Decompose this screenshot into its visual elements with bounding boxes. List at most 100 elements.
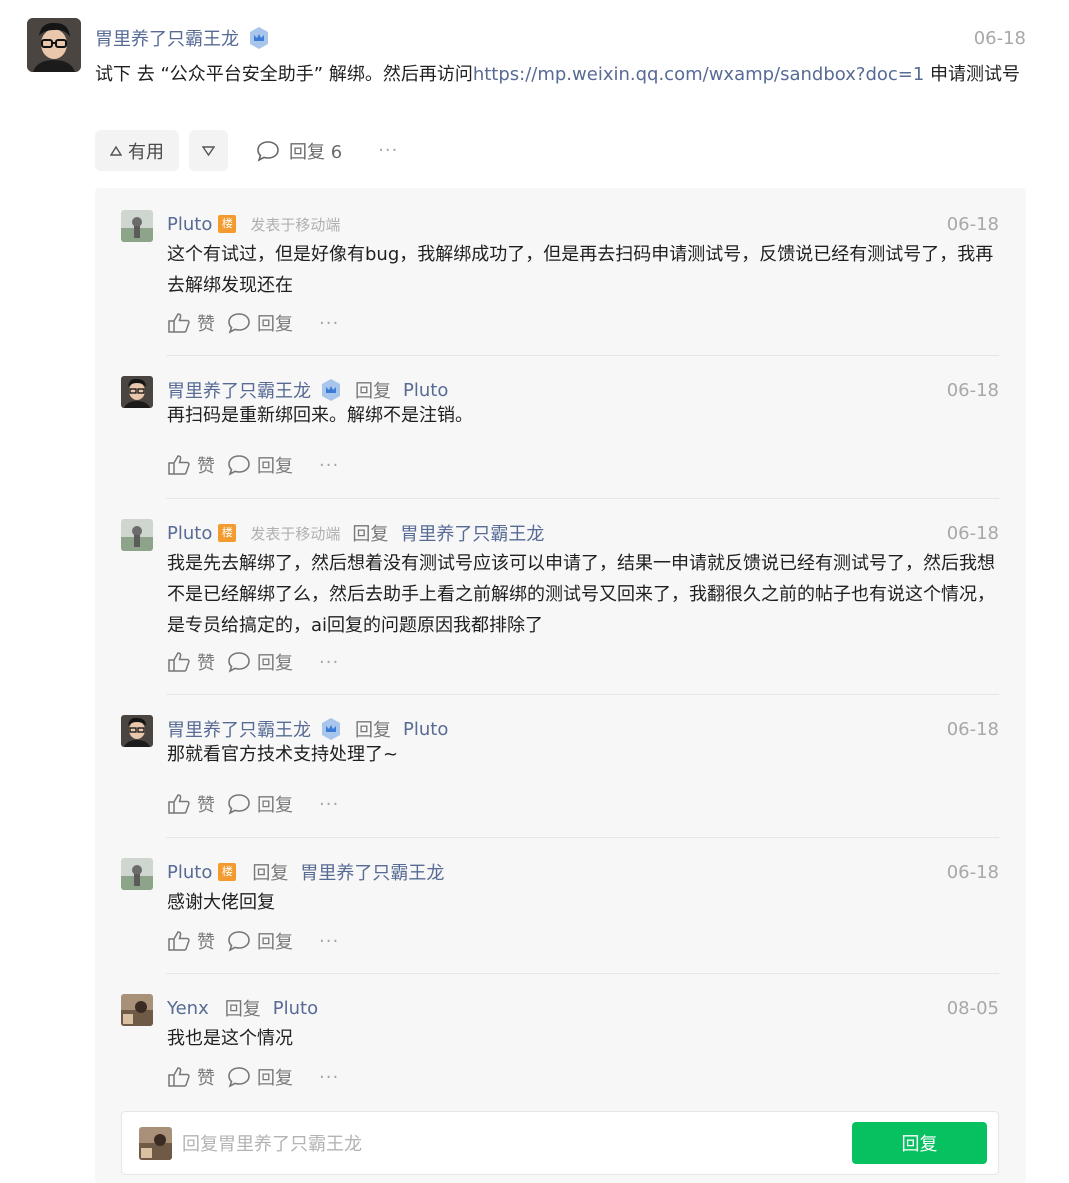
author-avatar[interactable] (121, 715, 153, 747)
more-options-button[interactable]: ··· (378, 140, 398, 161)
useful-label: 有用 (128, 141, 164, 163)
reply-target[interactable]: 胃里养了只霸王龙 (400, 520, 544, 546)
reply-source: 发表于移动端 (250, 215, 341, 234)
crown-badge-icon (322, 379, 340, 401)
more-options-button[interactable]: ··· (319, 1067, 339, 1088)
more-options-button[interactable]: ··· (319, 931, 339, 952)
post-content: 试下 去 “公众平台安全助手” 解绑。然后再访问https://mp.weixi… (95, 60, 1030, 90)
post-date: 06-18 (973, 27, 1026, 49)
thumbs-up-icon[interactable] (167, 793, 191, 815)
divider (166, 973, 999, 974)
comment-icon[interactable] (227, 930, 251, 952)
pluto-avatar[interactable] (121, 858, 153, 890)
more-options-button[interactable]: ··· (319, 313, 339, 334)
author-name[interactable]: 胃里养了只霸王龙 (95, 25, 239, 51)
reply-button[interactable]: 回复 (257, 310, 293, 336)
comment-icon[interactable] (227, 312, 251, 334)
reply-author[interactable]: Pluto (167, 862, 212, 883)
reply-text: 我也是这个情况 (167, 1028, 293, 1049)
like-label[interactable]: 赞 (197, 791, 215, 817)
current-user-avatar (139, 1127, 172, 1160)
reply-target[interactable]: Pluto (273, 998, 318, 1019)
reply-word: 回复 (252, 863, 289, 884)
reply-composer: 回复 (121, 1111, 999, 1175)
reply-text: 感谢大佬回复 (167, 892, 275, 913)
reply-date: 06-18 (946, 522, 999, 544)
thumbs-up-icon[interactable] (167, 454, 191, 476)
submit-reply-button[interactable]: 回复 (852, 1122, 987, 1164)
reply-button[interactable]: 回复 (257, 928, 293, 954)
floor-owner-badge: 楼 (218, 863, 237, 881)
comment-icon[interactable] (227, 1066, 251, 1088)
post-header: 胃里养了只霸王龙 06-18 (95, 22, 1026, 54)
reply-target[interactable]: 胃里养了只霸王龙 (300, 859, 444, 885)
reply-count-label: 回复 6 (289, 141, 343, 163)
thumbs-up-icon[interactable] (167, 312, 191, 334)
like-label[interactable]: 赞 (197, 452, 215, 478)
thumbs-up-icon[interactable] (167, 930, 191, 952)
reply-input[interactable] (182, 1126, 832, 1162)
pluto-avatar[interactable] (121, 210, 153, 242)
reply-actions: 赞 回复 ··· (167, 452, 339, 478)
reply-header: Pluto 楼 回复 胃里养了只霸王龙 06-18 (167, 858, 999, 886)
reply-word: 回复 (352, 524, 389, 545)
post-text-after: 申请测试号 (924, 64, 1021, 85)
reply-text: 再扫码是重新绑回来。解绑不是注销。 (167, 405, 473, 426)
reply-date: 06-18 (946, 379, 999, 401)
reply-text: 我是先去解绑了，然后想着没有测试号应该可以申请了，结果一申请就反馈说已经有测试号… (167, 553, 995, 636)
author-avatar[interactable] (27, 18, 81, 72)
crown-badge-icon (322, 718, 340, 740)
reply-actions: 赞 回复 ··· (167, 1064, 339, 1090)
reply-author[interactable]: Pluto (167, 214, 212, 235)
reply-author[interactable]: Yenx (167, 998, 209, 1019)
author-avatar[interactable] (121, 376, 153, 408)
reply-date: 06-18 (946, 213, 999, 235)
more-options-button[interactable]: ··· (319, 794, 339, 815)
comment-icon[interactable] (227, 454, 251, 476)
divider (166, 355, 999, 356)
reply-actions: 赞 回复 ··· (167, 310, 339, 336)
like-label[interactable]: 赞 (197, 649, 215, 675)
reply-author[interactable]: Pluto (167, 523, 212, 544)
like-label[interactable]: 赞 (197, 928, 215, 954)
reply-date: 06-18 (946, 861, 999, 883)
not-useful-button[interactable] (189, 130, 228, 171)
like-label[interactable]: 赞 (197, 310, 215, 336)
post-actions: 有用 回复 6 ··· (95, 130, 398, 171)
reply-button[interactable]: 回复 (257, 649, 293, 675)
reply-actions: 赞 回复 ··· (167, 928, 339, 954)
reply-header: Pluto 楼 发表于移动端 回复 胃里养了只霸王龙 06-18 (167, 519, 999, 547)
more-options-button[interactable]: ··· (319, 652, 339, 673)
reply-text: 那就看官方技术支持处理了~ (167, 744, 399, 765)
triangle-down-icon (202, 145, 215, 156)
thumbs-up-icon[interactable] (167, 1066, 191, 1088)
reply-target[interactable]: Pluto (403, 719, 448, 740)
reply-date: 08-05 (946, 997, 999, 1019)
reply-button[interactable]: 回复 (257, 452, 293, 478)
comment-icon (257, 140, 279, 162)
reply-target[interactable]: Pluto (403, 380, 448, 401)
post-text-before: 试下 去 “公众平台安全助手” 解绑。然后再访问 (95, 64, 473, 85)
floor-owner-badge: 楼 (218, 215, 237, 233)
reply-actions: 赞 回复 ··· (167, 791, 339, 817)
comment-icon[interactable] (227, 793, 251, 815)
more-options-button[interactable]: ··· (319, 455, 339, 476)
like-label[interactable]: 赞 (197, 1064, 215, 1090)
reply-text: 这个有试过，但是好像有bug，我解绑成功了，但是再去扫码申请测试号，反馈说已经有… (167, 244, 994, 296)
reply-date: 06-18 (946, 718, 999, 740)
reply-button[interactable]: 回复 (257, 1064, 293, 1090)
useful-button[interactable]: 有用 (95, 130, 179, 171)
reply-button[interactable]: 回复 (257, 791, 293, 817)
reply-header: Pluto 楼 发表于移动端 06-18 (167, 210, 999, 238)
pluto-avatar[interactable] (121, 519, 153, 551)
thumbs-up-icon[interactable] (167, 651, 191, 673)
comment-icon[interactable] (227, 651, 251, 673)
reply-thread: Pluto 楼 发表于移动端 06-18 这个有试过，但是好像有bug，我解绑成… (95, 188, 1026, 1183)
reply-count-button[interactable]: 回复 6 (256, 138, 342, 164)
yenx-avatar[interactable] (121, 994, 153, 1026)
reply-source: 发表于移动端 (250, 524, 341, 543)
reply-actions: 赞 回复 ··· (167, 649, 339, 675)
sandbox-link[interactable]: https://mp.weixin.qq.com/wxamp/sandbox?d… (473, 64, 925, 85)
floor-owner-badge: 楼 (218, 524, 237, 542)
divider (166, 837, 999, 838)
